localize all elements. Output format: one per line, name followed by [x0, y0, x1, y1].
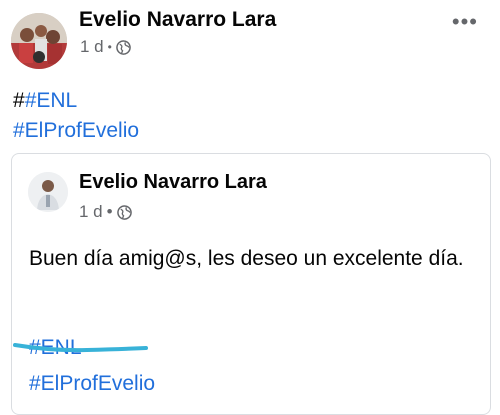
post-meta: 1 d •: [80, 37, 131, 57]
shared-post-body: Buen día amig@s, les deseo un excelente …: [29, 247, 464, 270]
post-text-prefix: #: [13, 89, 25, 112]
post-text: ##ENL #ElProfEvelio: [13, 86, 139, 146]
shared-post-meta: 1 d •: [79, 202, 132, 222]
post-time[interactable]: 1 d: [80, 37, 104, 57]
meta-separator: •: [106, 202, 113, 221]
shared-author-avatar[interactable]: [28, 172, 68, 212]
avatar-photo: [11, 13, 67, 69]
meta-separator: •: [107, 40, 112, 54]
hashtag-link[interactable]: #ElProfEvelio: [29, 372, 155, 395]
author-avatar[interactable]: [11, 13, 67, 69]
hashtag-link[interactable]: #ENL: [25, 89, 78, 112]
shared-post-hashtags: #ENL #ElProfEvelio: [29, 330, 155, 402]
shared-post-card[interactable]: Evelio Navarro Lara 1 d • Buen día amig@…: [11, 153, 491, 415]
hashtag-link[interactable]: #ElProfEvelio: [13, 119, 139, 142]
author-name[interactable]: Evelio Navarro Lara: [79, 8, 276, 32]
globe-icon: [116, 204, 132, 220]
more-options-button[interactable]: •••: [452, 9, 478, 35]
globe-icon: [116, 39, 131, 55]
shared-post-time[interactable]: 1 d: [79, 202, 103, 222]
shared-author-name[interactable]: Evelio Navarro Lara: [79, 171, 267, 194]
hashtag-link[interactable]: #ENL: [29, 336, 82, 359]
avatar-photo: [28, 172, 68, 212]
